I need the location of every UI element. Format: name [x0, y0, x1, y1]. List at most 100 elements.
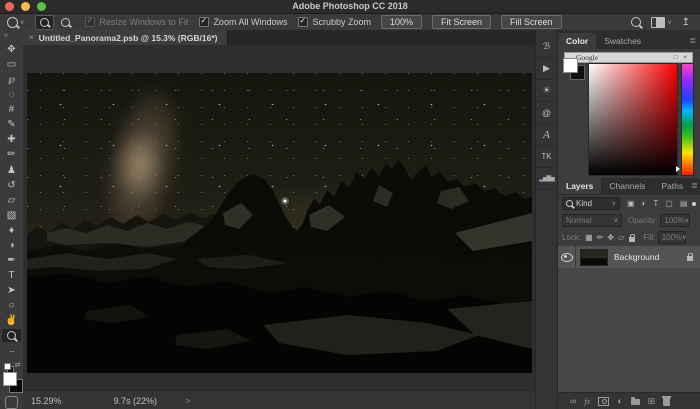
tab-layers[interactable]: Layers [558, 178, 601, 194]
edit-toolbar-button[interactable]: ··· [1, 343, 22, 358]
panel-menu-icon[interactable]: ≣ [691, 178, 698, 194]
blur-tool[interactable]: ♦ [1, 223, 22, 238]
google-window-controls[interactable]: □ × [673, 54, 689, 61]
lock-position-icon[interactable]: ✥ [607, 233, 614, 242]
photoshop-window: Adobe Photoshop CC 2018 ∨ Resize Windows… [0, 0, 700, 409]
healing-brush-tool[interactable]: ✚ [1, 132, 22, 147]
glyphs-panel-icon[interactable]: A [536, 124, 558, 146]
character-panel-icon[interactable]: @ [536, 102, 558, 124]
tab-color[interactable]: Color [558, 33, 596, 49]
blend-mode-value: Normal [566, 216, 592, 225]
link-layers-icon[interactable]: ∞ [570, 396, 576, 406]
layer-lock-icon [687, 256, 693, 261]
brush-tool[interactable]: ✏ [1, 147, 22, 162]
default-colors-control[interactable]: ⇄ [3, 361, 21, 370]
eye-icon[interactable] [561, 253, 573, 262]
share-icon[interactable]: ↥ [682, 17, 690, 28]
checkbox-icon[interactable] [298, 17, 308, 27]
workspace-switcher[interactable]: ∨ [651, 17, 671, 28]
google-window-title: Google [576, 53, 598, 62]
tab-channels[interactable]: Channels [601, 178, 653, 194]
foreground-color-chip[interactable] [563, 58, 578, 73]
add-layer-mask-icon[interactable] [598, 397, 609, 406]
panel-menu-icon[interactable]: ≣ [689, 33, 696, 49]
hand-tool[interactable]: ✌ [1, 313, 22, 328]
new-group-icon[interactable] [631, 399, 640, 405]
document-area: × Untitled_Panorama2.psb @ 15.3% (RGB/16… [23, 30, 535, 409]
collapse-toolbar-icon[interactable]: » [0, 30, 8, 42]
eraser-tool[interactable]: ▱ [1, 193, 22, 208]
checkbox-icon[interactable] [199, 17, 209, 27]
canvas-pasteboard[interactable] [23, 45, 535, 390]
scrubby-zoom-checkbox[interactable]: Scrubby Zoom [298, 17, 371, 27]
tk-panel-icon[interactable]: TK [536, 146, 558, 168]
zoom-tool[interactable] [2, 329, 21, 342]
search-icon[interactable] [631, 17, 641, 27]
filter-pixel-layers-icon[interactable]: ▣ [627, 199, 635, 208]
zoom-out-button[interactable] [57, 16, 74, 29]
document-canvas-image[interactable] [27, 73, 532, 373]
delete-layer-icon[interactable] [663, 398, 670, 406]
fit-screen-button[interactable]: Fit Screen [432, 15, 491, 29]
filter-type-layers-icon[interactable]: T [653, 199, 658, 208]
tab-paths[interactable]: Paths [653, 178, 691, 194]
swap-colors-icon[interactable]: ⇄ [15, 361, 21, 369]
path-selection-tool[interactable]: ➤ [1, 283, 22, 298]
zoom-tool-indicator[interactable]: ∨ [7, 17, 24, 28]
new-layer-icon[interactable]: ⊞ [648, 396, 656, 407]
layer-style-icon[interactable]: fx [584, 397, 590, 406]
marquee-tool[interactable]: ▭ [1, 57, 22, 72]
pen-tool[interactable]: ✒ [1, 253, 22, 268]
close-tab-icon[interactable]: × [29, 33, 34, 42]
quick-selection-tool[interactable]: ◌ [1, 87, 22, 102]
gradient-tool[interactable]: ▧ [1, 208, 22, 223]
lasso-tool[interactable]: ℘ [1, 72, 22, 87]
filter-shape-layers-icon[interactable]: ▢ [665, 199, 673, 208]
lock-transparency-icon[interactable]: ▦ [585, 233, 593, 242]
tab-swatches[interactable]: Swatches [596, 33, 649, 49]
google-floating-window[interactable]: Google □ × [564, 52, 693, 63]
zoom-in-button[interactable] [35, 15, 54, 30]
layer-visibility-cell[interactable] [558, 246, 576, 268]
quick-mask-button[interactable] [5, 396, 18, 409]
crop-tool[interactable]: # [1, 102, 22, 117]
filter-smart-objects-icon[interactable]: ▤ [680, 199, 688, 208]
foreground-color-swatch[interactable] [3, 372, 17, 386]
lock-artboard-icon[interactable]: ▱ [618, 233, 624, 242]
lock-pixels-icon[interactable]: ✏ [597, 233, 604, 242]
new-adjustment-layer-icon[interactable]: ◐ [617, 396, 622, 406]
layer-thumbnail[interactable] [580, 249, 608, 266]
filter-adjustment-layers-icon[interactable]: ◐ [642, 199, 647, 208]
clone-stamp-tool[interactable]: ♟ [1, 163, 22, 178]
move-tool[interactable]: ✥ [1, 42, 22, 57]
hue-slider-marker[interactable] [676, 166, 680, 172]
zoom-percent-field[interactable]: 15.29% [31, 396, 62, 406]
fill-screen-button[interactable]: Fill Screen [501, 15, 562, 29]
fill-dropdown[interactable]: 100% ∨ [658, 231, 686, 244]
dodge-tool[interactable]: ◑ [1, 238, 22, 253]
blend-mode-dropdown[interactable]: Normal ∨ [562, 214, 622, 227]
adjustments-panel-icon[interactable]: ☀ [536, 80, 558, 102]
layer-row-background[interactable]: Background [558, 246, 700, 268]
opacity-dropdown[interactable]: 100% ∨ [660, 214, 690, 227]
saturation-brightness-picker[interactable] [588, 63, 678, 176]
document-tab[interactable]: × Untitled_Panorama2.psb @ 15.3% (RGB/16… [23, 30, 228, 45]
chevron-down-icon: ∨ [614, 217, 618, 224]
lock-all-icon[interactable] [629, 237, 635, 242]
actual-size-button[interactable]: 100% [381, 15, 422, 29]
filter-toggle-icon[interactable] [692, 202, 696, 206]
shape-tool[interactable]: ○ [1, 298, 22, 313]
default-foreground-swatch [4, 363, 11, 370]
eyedropper-tool[interactable]: ✎ [1, 117, 22, 132]
type-tool[interactable]: T [1, 268, 22, 283]
brushes-panel-icon[interactable]: ℬ [536, 36, 558, 58]
histogram-panel-icon[interactable]: ▂▅▇▅ [536, 168, 558, 190]
history-brush-tool[interactable]: ↺ [1, 178, 22, 193]
filter-kind-dropdown[interactable]: Kind ∨ [562, 197, 620, 210]
fill-value: 100% [662, 233, 682, 242]
zoom-in-icon [40, 18, 49, 27]
hue-slider[interactable] [681, 63, 694, 176]
status-menu-chevron[interactable]: > [185, 396, 190, 406]
actions-panel-icon[interactable]: ▶ [536, 58, 558, 80]
zoom-all-windows-checkbox[interactable]: Zoom All Windows [199, 17, 287, 27]
